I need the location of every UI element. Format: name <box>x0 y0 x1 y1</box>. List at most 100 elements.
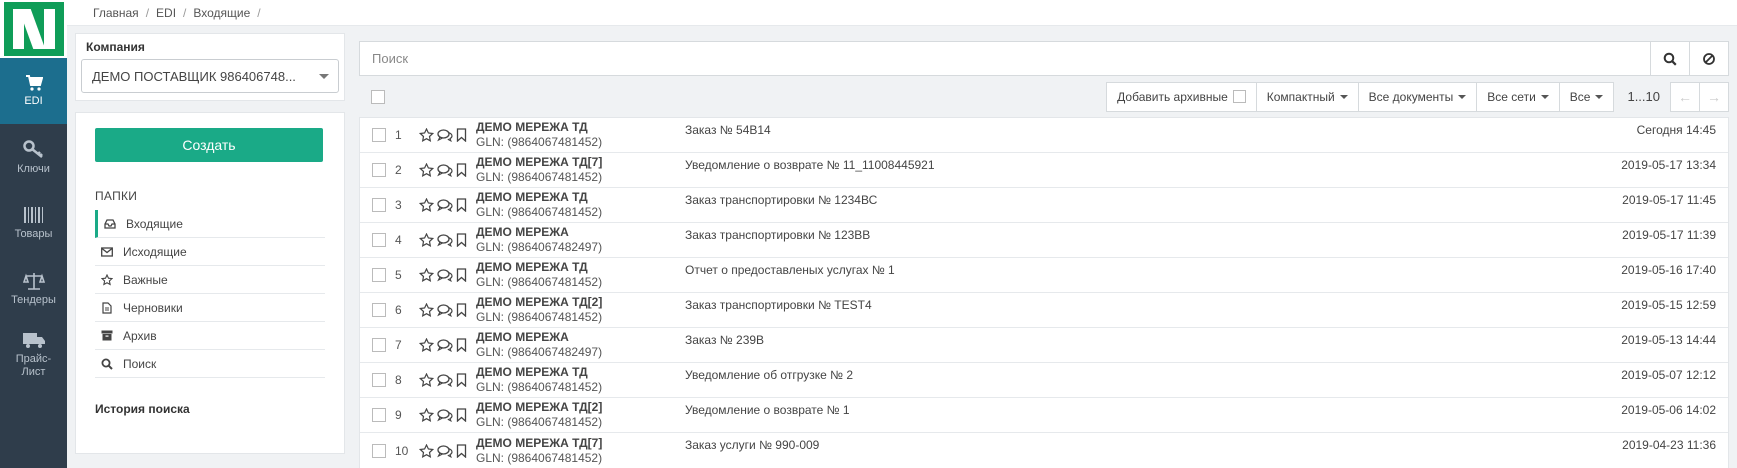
page-range: 1...10 <box>1627 89 1660 104</box>
document-title[interactable]: Заказ транспортировки № 1234ВС <box>685 193 877 207</box>
star-icon[interactable] <box>419 373 434 387</box>
row-checkbox[interactable] <box>372 408 386 422</box>
row-checkbox[interactable] <box>372 338 386 352</box>
breadcrumb-inbox[interactable]: Входящие <box>193 6 250 20</box>
bookmark-icon[interactable] <box>456 268 467 282</box>
star-icon[interactable] <box>419 338 434 352</box>
logo[interactable] <box>0 0 67 58</box>
nav-item-tenders[interactable]: Тендеры <box>0 256 67 322</box>
bookmark-icon[interactable] <box>456 233 467 247</box>
create-button[interactable]: Создать <box>95 128 323 162</box>
table-row[interactable]: 5 ДЕМО МЕРЕЖА ТД GLN: (9864067481452) От… <box>360 258 1728 293</box>
breadcrumb-home[interactable]: Главная <box>93 6 139 20</box>
document-title[interactable]: Заказ транспортировки № 123ВВ <box>685 228 870 242</box>
bookmark-icon[interactable] <box>456 373 467 387</box>
bookmark-icon[interactable] <box>456 443 467 458</box>
row-checkbox[interactable] <box>372 233 386 247</box>
row-checkbox[interactable] <box>372 268 386 282</box>
document-title[interactable]: Отчет о предоставленых услугах № 1 <box>685 263 895 277</box>
sender-name: ДЕМО МЕРЕЖА <box>476 225 569 239</box>
table-row[interactable]: 8 ДЕМО МЕРЕЖА ТД GLN: (9864067481452) Ув… <box>360 363 1728 398</box>
star-icon[interactable] <box>419 408 434 422</box>
bookmark-icon[interactable] <box>456 163 467 177</box>
document-title[interactable]: Уведомление о возврате № 1 <box>685 403 850 417</box>
nav-item-keys[interactable]: Ключи <box>0 124 67 190</box>
logo-mark <box>3 2 64 56</box>
table-row[interactable]: 3 ДЕМО МЕРЕЖА ТД GLN: (9864067481452) За… <box>360 188 1728 223</box>
breadcrumb-edi[interactable]: EDI <box>156 6 176 20</box>
row-checkbox[interactable] <box>372 198 386 212</box>
document-title[interactable]: Уведомление о возврате № 11_11008445921 <box>685 158 935 172</box>
table-row[interactable]: 6 ДЕМО МЕРЕЖА ТД[2] GLN: (9864067481452)… <box>360 293 1728 328</box>
folder-inbox[interactable]: Входящие <box>95 210 325 238</box>
table-row[interactable]: 10 ДЕМО МЕРЕЖА ТД[7] GLN: (9864067481452… <box>360 433 1728 468</box>
document-type-dropdown[interactable]: Все документы <box>1357 81 1478 112</box>
nav-label-pricelist: Прайс- Лист <box>15 353 52 378</box>
star-icon[interactable] <box>419 268 434 282</box>
table-row[interactable]: 7 ДЕМО МЕРЕЖА GLN: (9864067482497) Заказ… <box>360 328 1728 363</box>
prev-page-button[interactable]: ← <box>1670 81 1700 112</box>
nav-item-goods[interactable]: Товары <box>0 190 67 256</box>
barcode-icon <box>23 206 43 223</box>
comments-icon[interactable] <box>437 303 453 317</box>
add-archived-toggle[interactable]: Добавить архивные <box>1106 81 1257 112</box>
comments-icon[interactable] <box>437 233 453 247</box>
star-icon[interactable] <box>419 443 434 458</box>
bookmark-icon[interactable] <box>456 408 467 422</box>
star-icon[interactable] <box>419 198 434 212</box>
comments-icon[interactable] <box>437 338 453 352</box>
folders-title: ПАПКИ <box>95 189 138 203</box>
document-title[interactable]: Заказ № 239В <box>685 333 764 347</box>
document-title[interactable]: Заказ услуги № 990-009 <box>685 438 819 452</box>
row-checkbox[interactable] <box>372 128 386 142</box>
comments-icon[interactable] <box>437 408 453 422</box>
search-input[interactable] <box>360 42 1650 75</box>
nav-item-edi[interactable]: EDI <box>0 58 67 124</box>
comments-icon[interactable] <box>437 128 453 142</box>
bookmark-icon[interactable] <box>456 128 467 142</box>
star-icon[interactable] <box>419 303 434 317</box>
row-number: 2 <box>395 163 402 177</box>
folder-search[interactable]: Поиск <box>95 350 325 378</box>
search-button[interactable] <box>1650 42 1689 75</box>
bookmark-icon[interactable] <box>456 303 467 317</box>
company-select[interactable]: ДЕМО ПОСТАВЩИК 986406748... <box>81 59 339 93</box>
comments-icon[interactable] <box>437 268 453 282</box>
document-title[interactable]: Заказ № 54В14 <box>685 123 771 137</box>
folder-list: Входящие Исходящие Важные Черновики Архи… <box>95 210 325 378</box>
sender-name: ДЕМО МЕРЕЖА ТД <box>476 190 588 204</box>
status-dropdown[interactable]: Все <box>1558 81 1615 112</box>
comments-icon[interactable] <box>437 444 453 458</box>
bookmark-icon[interactable] <box>456 338 467 352</box>
bookmark-icon[interactable] <box>456 198 467 212</box>
nav-item-pricelist[interactable]: Прайс- Лист <box>0 322 67 388</box>
document-title[interactable]: Уведомление об отгрузке № 2 <box>685 368 853 382</box>
select-all-checkbox[interactable] <box>371 89 385 104</box>
folder-drafts[interactable]: Черновики <box>95 294 325 322</box>
comments-icon[interactable] <box>437 198 453 212</box>
folder-archive[interactable]: Архив <box>95 322 325 350</box>
network-dropdown[interactable]: Все сети <box>1476 81 1560 112</box>
document-date: 2019-05-13 14:44 <box>1621 333 1716 347</box>
star-icon[interactable] <box>419 163 434 177</box>
row-checkbox[interactable] <box>372 303 386 317</box>
sender-name: ДЕМО МЕРЕЖА ТД[2] <box>476 400 603 414</box>
table-row[interactable]: 4 ДЕМО МЕРЕЖА GLN: (9864067482497) Заказ… <box>360 223 1728 258</box>
star-icon[interactable] <box>419 233 434 247</box>
comments-icon[interactable] <box>437 163 453 177</box>
document-title[interactable]: Заказ транспортировки № TEST4 <box>685 298 872 312</box>
row-checkbox[interactable] <box>372 163 386 177</box>
table-row[interactable]: 1 ДЕМО МЕРЕЖА ТД GLN: (9864067481452) За… <box>360 118 1728 153</box>
row-checkbox[interactable] <box>372 373 386 387</box>
folder-outbox[interactable]: Исходящие <box>95 238 325 266</box>
folder-important[interactable]: Важные <box>95 266 325 294</box>
clear-search-button[interactable] <box>1689 42 1728 75</box>
row-checkbox[interactable] <box>372 443 386 458</box>
view-mode-dropdown[interactable]: Компактный <box>1255 81 1359 112</box>
next-page-button[interactable]: → <box>1699 81 1729 112</box>
add-archived-checkbox[interactable] <box>1232 90 1246 103</box>
star-icon[interactable] <box>419 128 434 142</box>
table-row[interactable]: 2 ДЕМО МЕРЕЖА ТД[7] GLN: (9864067481452)… <box>360 153 1728 188</box>
table-row[interactable]: 9 ДЕМО МЕРЕЖА ТД[2] GLN: (9864067481452)… <box>360 398 1728 433</box>
comments-icon[interactable] <box>437 373 453 387</box>
